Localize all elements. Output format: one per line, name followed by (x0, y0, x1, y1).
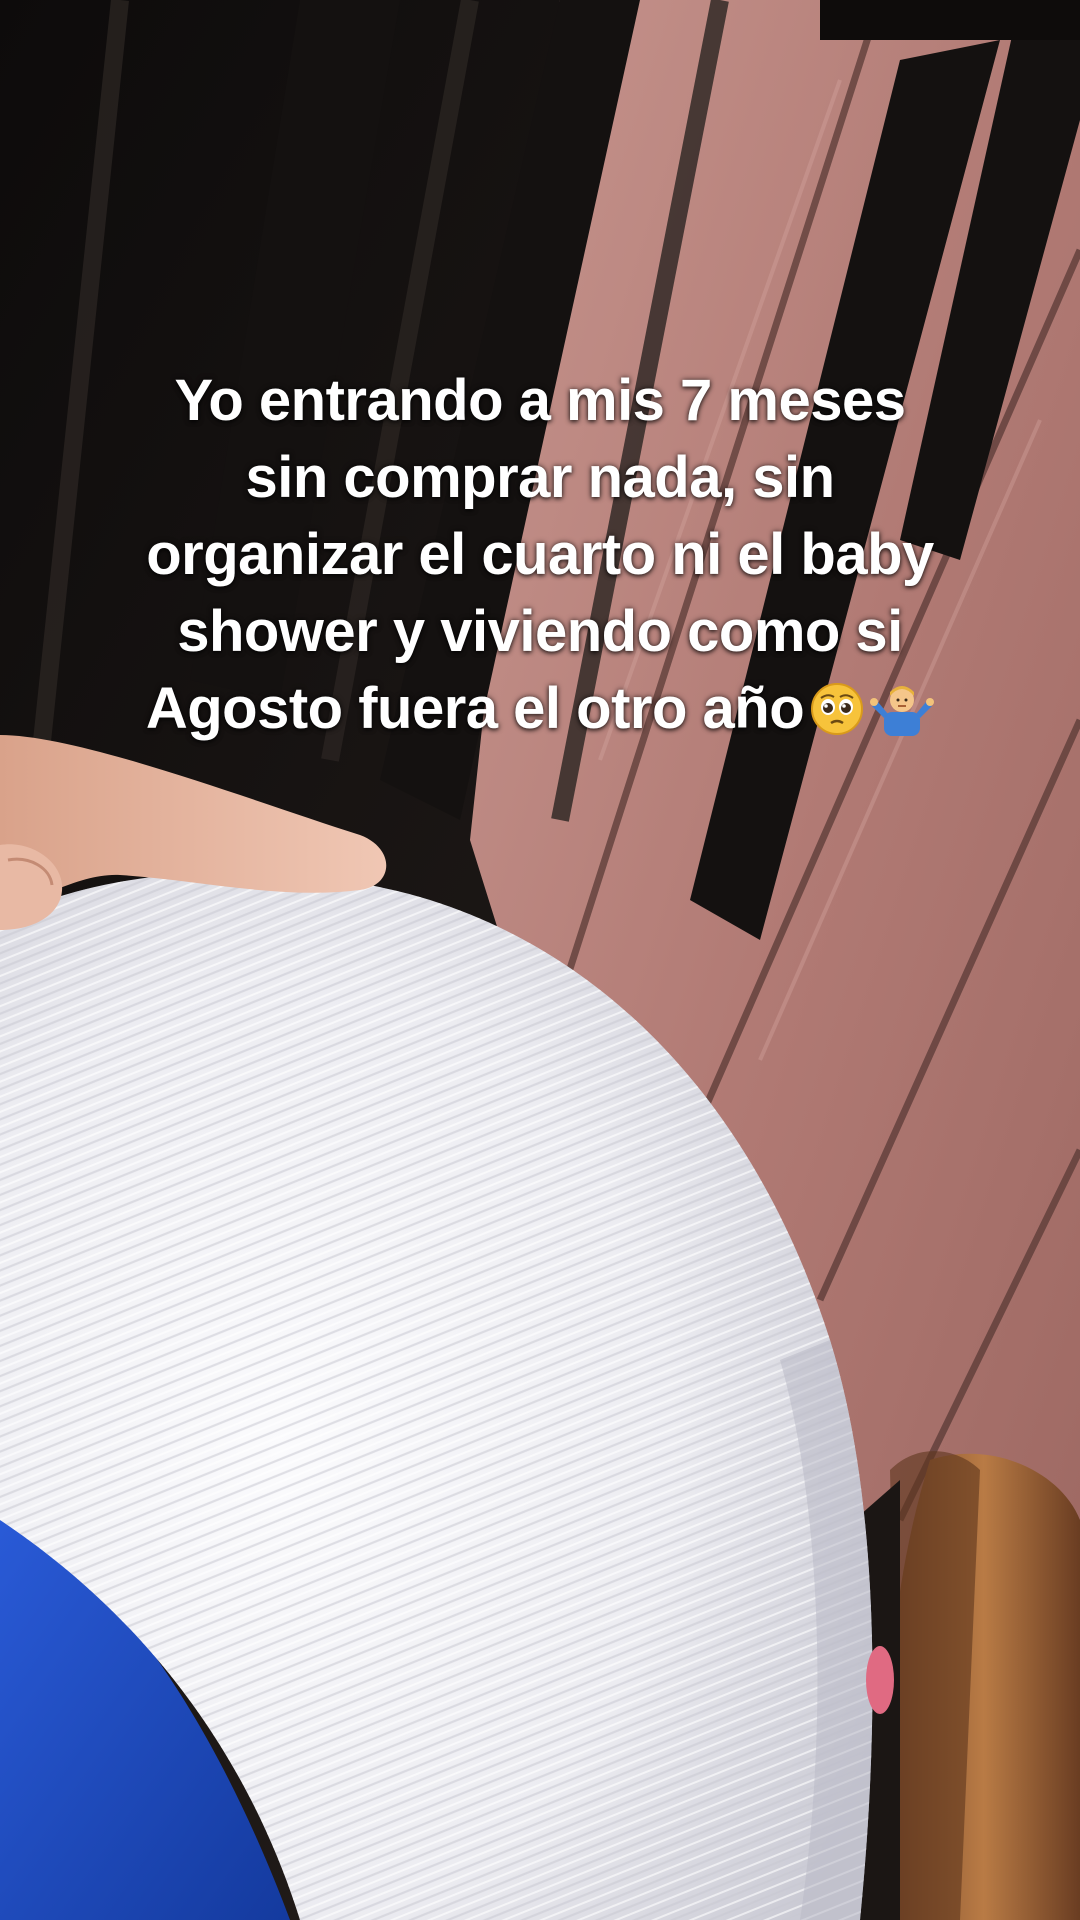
caption-line-2: sin comprar nada, sin (245, 445, 835, 510)
caption-line-5: Agosto fuera el otro año (60, 670, 1020, 747)
pleading-face-icon (811, 683, 864, 735)
background-photo (0, 0, 1080, 1920)
caption-line-4: shower y viviendo como si (177, 599, 903, 664)
caption-line-3: organizar el cuarto ni el baby (146, 522, 934, 587)
video-caption: Yo entrando a mis 7 meses sin comprar na… (60, 362, 1020, 747)
caption-line-1: Yo entrando a mis 7 meses (174, 368, 906, 433)
person-shrugging-icon (870, 686, 935, 736)
caption-line-5-text: Agosto fuera el otro año (145, 676, 805, 741)
video-frame: Yo entrando a mis 7 meses sin comprar na… (0, 0, 1080, 1920)
